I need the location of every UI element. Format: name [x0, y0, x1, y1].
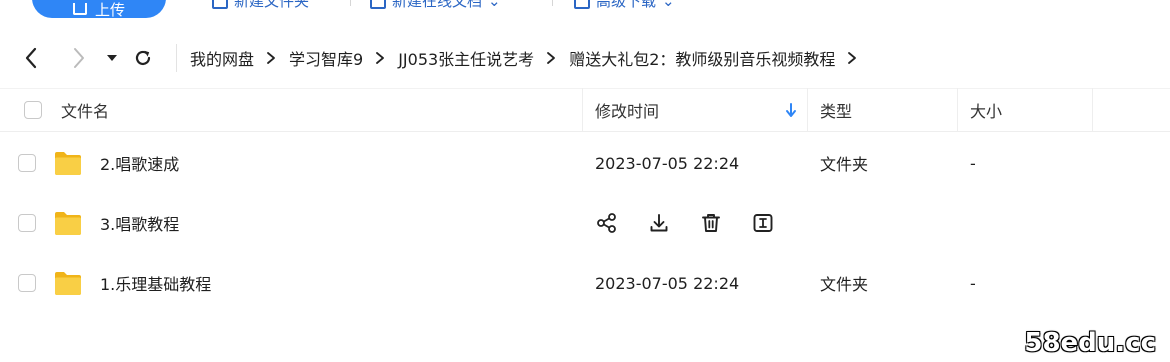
rename-icon	[753, 214, 773, 232]
folder-icon	[55, 152, 81, 175]
column-divider	[1092, 88, 1093, 132]
new-folder-button[interactable]: 新建文件夹	[212, 0, 309, 11]
history-dropdown-button[interactable]	[104, 48, 120, 68]
refresh-icon	[135, 50, 151, 65]
new-online-doc-button[interactable]: 新建在线文档 ⌄	[370, 0, 501, 11]
modified-time: 2023-07-05 22:24	[595, 153, 740, 173]
delete-icon	[702, 214, 720, 232]
chevron-left-icon	[25, 47, 37, 69]
chevron-right-icon	[546, 51, 556, 65]
chevron-right-icon[interactable]	[847, 51, 857, 65]
breadcrumb: 我的网盘 学习智库9 JJ053张主任说艺考 赠送大礼包2：教师级别音乐视频教程	[190, 36, 870, 80]
toolbar: 上传 新建文件夹 新建在线文档 ⌄ 高级下载 ⌄	[0, 0, 1170, 22]
breadcrumb-bar: 我的网盘 学习智库9 JJ053张主任说艺考 赠送大礼包2：教师级别音乐视频教程	[0, 36, 1170, 80]
column-divider	[807, 88, 808, 132]
column-divider	[582, 88, 583, 132]
column-header-modified[interactable]: 修改时间	[595, 88, 659, 132]
modified-time: 2023-07-05 22:24	[595, 273, 740, 293]
column-divider	[957, 88, 958, 132]
file-type: 文件夹	[820, 155, 869, 174]
toolbar-divider	[350, 0, 351, 6]
row-checkbox[interactable]	[18, 154, 36, 172]
forward-button[interactable]	[68, 46, 90, 70]
file-size: -	[970, 273, 976, 293]
chevron-down-icon: ⌄	[488, 0, 501, 10]
advanced-download-label: 高级下载	[596, 0, 657, 10]
breadcrumb-item[interactable]: 我的网盘	[190, 46, 254, 70]
sort-desc-icon[interactable]	[785, 88, 797, 132]
file-name[interactable]: 3.唱歌教程	[100, 193, 179, 253]
column-header-size[interactable]: 大小	[970, 88, 1002, 132]
upload-label: 上传	[94, 0, 125, 19]
file-name[interactable]: 1.乐理基础教程	[100, 253, 211, 313]
caret-down-icon	[107, 55, 117, 61]
file-name[interactable]: 2.唱歌速成	[100, 133, 179, 193]
rename-button[interactable]	[751, 211, 775, 235]
share-button[interactable]	[595, 211, 619, 235]
upload-icon	[72, 3, 87, 15]
column-header-name[interactable]: 文件名	[61, 88, 109, 132]
file-type: 文件夹	[820, 275, 869, 294]
nav-divider	[176, 44, 177, 72]
download-icon	[650, 214, 668, 232]
table-header: 文件名 修改时间 类型 大小	[0, 88, 1170, 132]
download-button[interactable]	[647, 211, 671, 235]
refresh-button[interactable]	[132, 47, 154, 69]
upload-button[interactable]: 上传	[32, 0, 166, 19]
table-row[interactable]: 2.唱歌速成 2023-07-05 22:24 文件夹 -	[0, 133, 1170, 193]
file-size: -	[970, 153, 976, 173]
table-row[interactable]: 3.唱歌教程	[0, 193, 1170, 253]
download-box-icon	[574, 0, 590, 9]
new-doc-icon	[370, 0, 386, 9]
select-all-checkbox[interactable]	[24, 88, 42, 132]
row-checkbox[interactable]	[18, 274, 36, 292]
back-button[interactable]	[20, 46, 42, 70]
share-icon	[597, 213, 616, 233]
new-folder-icon	[212, 0, 228, 9]
folder-icon	[55, 272, 81, 295]
table-row[interactable]: 1.乐理基础教程 2023-07-05 22:24 文件夹 -	[0, 253, 1170, 313]
breadcrumb-item[interactable]: 学习智库9	[289, 46, 363, 70]
new-online-doc-label: 新建在线文档	[392, 0, 483, 10]
row-checkbox[interactable]	[18, 214, 36, 232]
chevron-right-icon	[266, 51, 276, 65]
toolbar-divider	[552, 0, 553, 6]
advanced-download-button[interactable]: 高级下载 ⌄	[574, 0, 675, 11]
column-header-type[interactable]: 类型	[820, 88, 852, 132]
breadcrumb-item[interactable]: JJ053张主任说艺考	[398, 46, 534, 70]
new-folder-label: 新建文件夹	[234, 0, 310, 10]
delete-button[interactable]	[699, 211, 723, 235]
row-actions	[595, 193, 775, 253]
breadcrumb-item-current[interactable]: 赠送大礼包2：教师级别音乐视频教程	[569, 46, 835, 70]
watermark: 58edu.cc	[1024, 328, 1156, 358]
chevron-right-icon	[74, 48, 84, 68]
folder-icon	[55, 212, 81, 235]
chevron-right-icon	[375, 51, 385, 65]
chevron-down-icon: ⌄	[662, 0, 675, 10]
